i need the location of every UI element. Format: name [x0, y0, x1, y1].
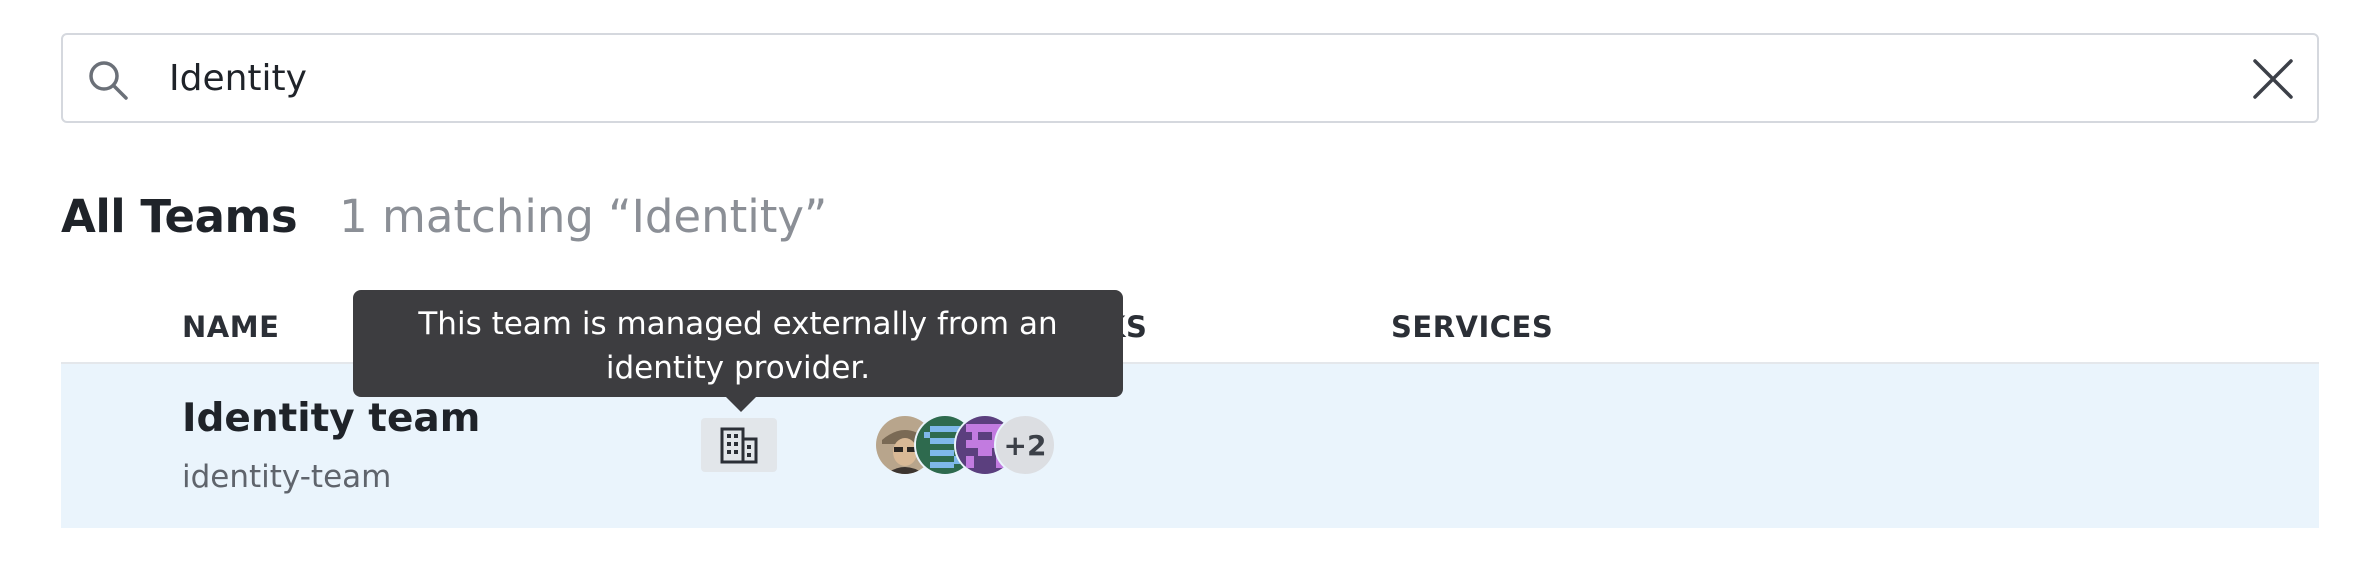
more-members-count[interactable]: +2 — [994, 414, 1056, 476]
column-header-services[interactable]: SERVICES — [1391, 310, 1553, 344]
tooltip-text: This team is managed externally from an … — [418, 306, 1058, 386]
close-icon[interactable] — [2251, 57, 2295, 101]
page-title: All Teams — [61, 190, 298, 243]
managed-externally-badge[interactable] — [701, 418, 777, 472]
search-bar[interactable] — [61, 33, 2319, 123]
search-input[interactable] — [169, 49, 2229, 107]
column-header-name[interactable]: NAME — [182, 310, 279, 344]
results-heading: All Teams 1 matching “Identity” — [61, 190, 827, 243]
match-count: 1 matching “Identity” — [339, 190, 828, 243]
team-name[interactable]: Identity team — [182, 396, 480, 441]
tooltip: This team is managed externally from an … — [353, 290, 1123, 412]
building-icon — [720, 427, 758, 464]
team-handle: identity-team — [182, 459, 392, 495]
tooltip-arrow — [725, 396, 757, 412]
search-icon — [89, 61, 128, 100]
